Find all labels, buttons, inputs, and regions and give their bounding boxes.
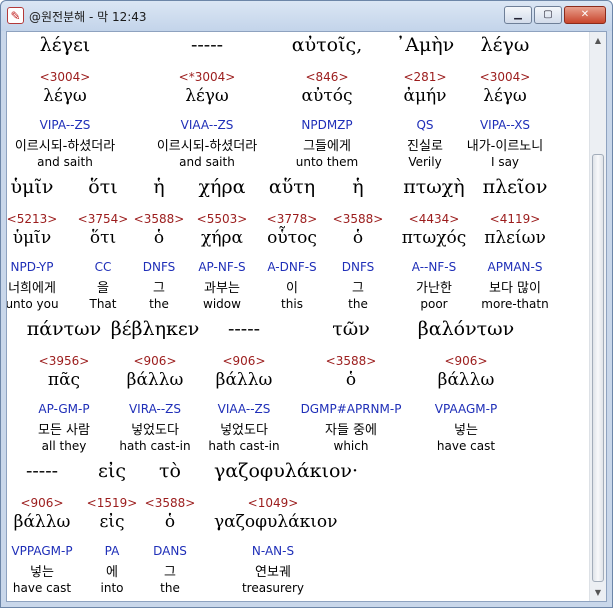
app-window: ✎ @원전분해 - 막 12:43 ▁ ▢ ✕ λέγει <3004> λέγω V… bbox=[0, 0, 613, 608]
korean-gloss: 넣었도다 bbox=[220, 423, 268, 438]
minimize-icon: ▁ bbox=[514, 9, 522, 20]
greek-word: τὸ bbox=[159, 460, 181, 482]
lemma-word: λέγω bbox=[43, 86, 87, 106]
interlinear-view: λέγει <3004> λέγω VIPA--ZS 이르시되-하셨더라 and sait… bbox=[6, 31, 607, 602]
strong-number: <4119> bbox=[489, 212, 541, 226]
close-icon: ✕ bbox=[580, 9, 590, 20]
greek-word: γαζοφυλάκιον· bbox=[214, 460, 359, 482]
minimize-button[interactable]: ▁ bbox=[504, 6, 532, 24]
parse-code: N-AN-S bbox=[251, 544, 295, 558]
korean-gloss: 내가-이르노니 bbox=[466, 139, 544, 154]
title-bar[interactable]: ✎ @원전분해 - 막 12:43 ▁ ▢ ✕ bbox=[1, 1, 612, 31]
parse-code: DGMP#APRNM-P bbox=[300, 402, 402, 416]
scroll-up-arrow-icon[interactable]: ▲ bbox=[590, 32, 606, 49]
greek-word: λέγει bbox=[39, 34, 91, 56]
maximize-button[interactable]: ▢ bbox=[534, 6, 562, 24]
strong-number: <3004> bbox=[39, 70, 91, 84]
greek-word: λέγω bbox=[480, 34, 530, 56]
english-gloss: and saith bbox=[179, 155, 235, 169]
lemma-word: γαζοφυλάκιον bbox=[214, 512, 338, 532]
greek-word: πλεῖον bbox=[482, 176, 548, 198]
english-gloss: the bbox=[160, 581, 180, 595]
english-gloss: and saith bbox=[37, 155, 93, 169]
korean-gloss: 이르시되-하셨더라 bbox=[14, 139, 116, 154]
strong-number: <3588> bbox=[325, 354, 377, 368]
greek-word: ----- bbox=[227, 318, 261, 340]
greek-word: ----- bbox=[190, 34, 224, 56]
scroll-thumb[interactable] bbox=[592, 154, 604, 582]
strong-number: <1049> bbox=[247, 496, 299, 510]
korean-gloss: 보다 많이 bbox=[489, 281, 541, 296]
korean-gloss: 연보궤 bbox=[255, 565, 291, 580]
interlinear-content: λέγει <3004> λέγω VIPA--ZS 이르시되-하셨더라 and sait… bbox=[7, 32, 591, 601]
parse-code: VPAAGM-P bbox=[434, 402, 498, 416]
strong-number: <*3004> bbox=[178, 70, 236, 84]
parse-code: VIPA--XS bbox=[479, 118, 531, 132]
window-title: @원전분해 - 막 12:43 bbox=[29, 10, 147, 24]
korean-gloss: 그 bbox=[164, 565, 176, 580]
english-gloss: treasurery bbox=[241, 581, 305, 595]
parse-code: VIPA--ZS bbox=[39, 118, 91, 132]
parse-code: VIAA--ZS bbox=[217, 402, 271, 416]
scroll-down-arrow-icon[interactable]: ▼ bbox=[590, 584, 606, 601]
strong-number: <906> bbox=[222, 354, 266, 368]
english-gloss: which bbox=[333, 439, 369, 453]
parse-code: VIAA--ZS bbox=[180, 118, 234, 132]
lemma-word: ὁ bbox=[345, 370, 357, 390]
korean-gloss: 넣는 bbox=[454, 423, 478, 438]
greek-word: τῶν bbox=[332, 318, 370, 340]
window-controls: ▁ ▢ ✕ bbox=[504, 6, 606, 24]
lemma-word: βάλλω bbox=[215, 370, 273, 390]
lemma-word: ὁ bbox=[164, 512, 176, 532]
parse-code: APMAN-S bbox=[487, 260, 543, 274]
lemma-word: λέγω bbox=[483, 86, 527, 106]
korean-gloss: 자들 중에 bbox=[325, 423, 377, 438]
korean-gloss: 이르시되-하셨더라 bbox=[156, 139, 258, 154]
english-gloss: more-thatn bbox=[481, 297, 549, 311]
maximize-icon: ▢ bbox=[543, 9, 553, 20]
strong-number: <3004> bbox=[479, 70, 531, 84]
lemma-word: βάλλω bbox=[437, 370, 495, 390]
vertical-scrollbar[interactable]: ▲ ▼ bbox=[589, 32, 606, 601]
strong-number: <3588> bbox=[144, 496, 196, 510]
strong-number: <906> bbox=[444, 354, 488, 368]
english-gloss: have cast bbox=[436, 439, 496, 453]
english-gloss: hath cast-in bbox=[208, 439, 280, 453]
parse-code: DANS bbox=[153, 544, 187, 558]
lemma-word: λέγω bbox=[185, 86, 229, 106]
close-button[interactable]: ✕ bbox=[564, 6, 606, 24]
english-gloss: I say bbox=[490, 155, 520, 169]
lemma-word: πλείων bbox=[484, 228, 546, 248]
greek-word: βαλόντων bbox=[417, 318, 515, 340]
app-logo-icon[interactable]: ✎ bbox=[7, 7, 24, 24]
